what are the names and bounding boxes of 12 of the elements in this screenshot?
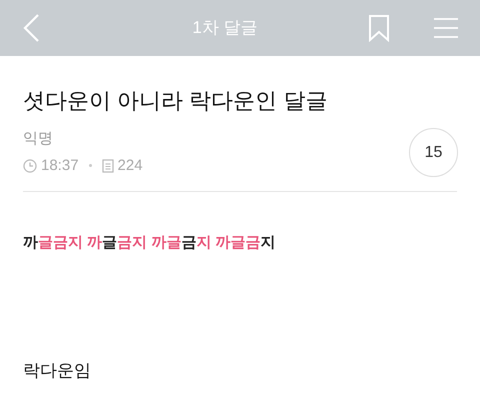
clock-icon <box>23 158 37 173</box>
post-title: 셧다운이 아니라 락다운인 달글 <box>23 87 328 115</box>
body-paragraph: 락다운임 <box>23 360 92 382</box>
menu-icon[interactable] <box>434 17 458 39</box>
author-name: 익명 <box>23 129 54 149</box>
back-icon[interactable] <box>22 12 42 44</box>
document-icon <box>102 158 114 173</box>
view-count: 224 <box>118 156 143 176</box>
bookmark-icon[interactable] <box>368 14 390 42</box>
post-time: 18:37 <box>41 156 79 176</box>
highlight-text: 까글금지 까글금지 까글금지 까글금지 <box>23 233 277 253</box>
comment-count[interactable]: 15 <box>409 128 458 177</box>
